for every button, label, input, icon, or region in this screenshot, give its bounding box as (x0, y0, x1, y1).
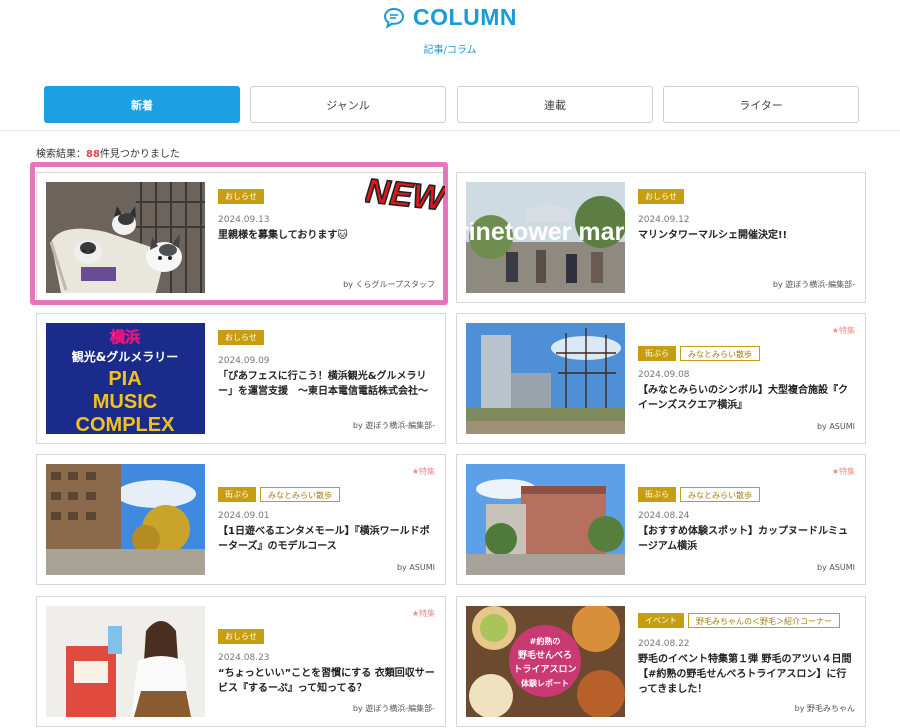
feature-label: ★特集 (831, 326, 855, 335)
article-info: おしらせ 2024.09.13 里親様を募集しております🐱 by くらグループス… (218, 183, 435, 294)
world-porters-photo (46, 464, 205, 575)
page-subtitle: 記事/コラム (423, 45, 477, 56)
article-date: 2024.09.08 (638, 370, 690, 380)
article-card[interactable]: 横浜 観光&グルメラリー PIA MUSIC COMPLEX おしらせ 2024… (36, 313, 446, 444)
clothing-recycle-photo (46, 606, 205, 717)
article-card[interactable]: ★特集 おしらせ 2024.08.23 “ちょっといい”ことを習慣にする 衣類回… (36, 596, 446, 727)
queens-square-photo (466, 323, 625, 434)
series-tag[interactable]: みなとみらい散歩 (680, 487, 760, 502)
article-title-text: 里親様を募集しております (218, 230, 338, 241)
pia-music-complex-banner: 横浜 観光&グルメラリー PIA MUSIC COMPLEX (46, 323, 205, 434)
article-author: by 遊ぼう横浜-編集部- (772, 280, 855, 289)
banner-text-yokohama: 横浜 (110, 328, 140, 346)
tag-list: おしらせ (218, 189, 264, 204)
category-tag[interactable]: 街ぶら (638, 346, 676, 361)
article-info: ★特集 おしらせ 2024.08.23 “ちょっといい”ことを習慣にする 衣類回… (218, 607, 435, 718)
category-tag[interactable]: おしらせ (218, 330, 264, 345)
tag-list: 街ぶら みなとみらい散歩 (218, 487, 340, 502)
article-author: by 野毛みちゃん (794, 704, 855, 713)
header-divider (0, 130, 900, 131)
series-tag[interactable]: みなとみらい散歩 (260, 487, 340, 502)
noge-image-text-3: トライアスロン (513, 664, 576, 675)
feature-label: ★特集 (831, 467, 855, 476)
category-tabs: 新着 ジャンル 連載 ライター (44, 86, 859, 123)
chat-bubble-icon (383, 7, 405, 29)
tab-genre[interactable]: ジャンル (250, 86, 446, 123)
series-tag[interactable]: 野毛みちゃんの＜野毛＞紹介コーナー (688, 613, 840, 628)
tag-list: イベント 野毛みちゃんの＜野毛＞紹介コーナー (638, 613, 840, 628)
noge-image-text-4: 体験レポート (521, 678, 569, 688)
series-tag[interactable]: みなとみらい散歩 (680, 346, 760, 361)
article-title[interactable]: 【1日遊べるエンタメモール】『横浜ワールドポーターズ』のモデルコース (218, 524, 435, 554)
noge-food-photo: #約熟の 野毛せんべろ トライアスロン 体験レポート (466, 606, 625, 717)
article-date: 2024.09.12 (638, 215, 690, 225)
article-author: by 遊ぼう横浜-編集部- (352, 421, 435, 430)
cat-emoji-icon: 🐱 (337, 230, 348, 241)
category-tag[interactable]: おしらせ (218, 189, 264, 204)
banner-text-complex: COMPLEX (76, 414, 176, 434)
article-date: 2024.09.01 (218, 511, 270, 521)
search-result-suffix: 件見つかりました (99, 149, 180, 160)
article-title[interactable]: 里親様を募集しております🐱 (218, 228, 435, 243)
article-title[interactable]: “ちょっといい”ことを習慣にする 衣類回収サービス『するーぷ』って知ってる？ (218, 666, 435, 696)
article-info: ★特集 街ぶら みなとみらい散歩 2024.09.01 【1日遊べるエンタメモール… (218, 465, 435, 576)
article-card[interactable]: おしらせ 2024.09.13 里親様を募集しております🐱 by くらグループス… (36, 172, 446, 303)
tag-list: おしらせ (218, 629, 264, 644)
category-tag[interactable]: おしらせ (638, 189, 684, 204)
article-info: ★特集 街ぶら みなとみらい散歩 2024.09.08 【みなとみらいのシンボル】… (638, 324, 855, 435)
article-author: by 遊ぼう横浜-編集部- (352, 704, 435, 713)
article-card[interactable]: #約熟の 野毛せんべろ トライアスロン 体験レポート イベント 野毛みちゃんの＜野… (456, 596, 866, 727)
kittens-photo (46, 182, 205, 293)
article-card[interactable]: marinetower marche おしらせ 2024.09.12 マリンタワ… (456, 172, 866, 303)
article-title[interactable]: マリンタワーマルシェ開催決定!! (638, 228, 855, 243)
tab-series[interactable]: 連載 (457, 86, 653, 123)
article-title[interactable]: 「ぴあフェスに行こう！横浜観光&グルメラリー」を運営支援 〜東日本電信電話株式会… (218, 369, 435, 399)
page-title: COLUMN (413, 4, 517, 30)
article-date: 2024.09.09 (218, 356, 270, 366)
noge-image-text-2: 野毛せんべろ (518, 649, 572, 661)
tag-list: 街ぶら みなとみらい散歩 (638, 487, 760, 502)
banner-text-rally: 観光&グルメラリー (72, 349, 178, 364)
tag-list: おしらせ (218, 330, 264, 345)
feature-label: ★特集 (411, 609, 435, 618)
category-tag[interactable]: おしらせ (218, 629, 264, 644)
marinetower-marche-label: marinetower marche (466, 218, 625, 246)
article-title[interactable]: 【おすすめ体験スポット】カップヌードルミュージアム横浜 (638, 524, 855, 554)
noge-image-text-1: #約熟の (530, 636, 561, 646)
banner-text-music: MUSIC (93, 391, 157, 413)
article-title[interactable]: 野毛のイベント特集第１弾 野毛のアツい４日間【#約熟の野毛せんべろトライアスロン… (638, 652, 855, 697)
tag-list: おしらせ (638, 189, 684, 204)
search-result-prefix: 検索結果： (36, 149, 86, 160)
banner-text-pia: PIA (108, 368, 141, 390)
tab-writer[interactable]: ライター (663, 86, 859, 123)
article-date: 2024.08.22 (638, 639, 690, 649)
search-result-count: 88 (86, 149, 100, 160)
article-author: by くらグループスタッフ (343, 280, 435, 289)
article-author: by ASUMI (396, 563, 435, 572)
tag-list: 街ぶら みなとみらい散歩 (638, 346, 760, 361)
article-author: by ASUMI (816, 422, 855, 431)
tab-new[interactable]: 新着 (44, 86, 240, 123)
category-tag[interactable]: 街ぶら (638, 487, 676, 502)
article-card[interactable]: ★特集 街ぶら みなとみらい散歩 2024.08.24 【おすすめ体験スポット】カ… (456, 454, 866, 585)
article-info: ★特集 街ぶら みなとみらい散歩 2024.08.24 【おすすめ体験スポット】カ… (638, 465, 855, 576)
marinetower-marche-photo: marinetower marche (466, 182, 625, 293)
article-info: おしらせ 2024.09.12 マリンタワーマルシェ開催決定!! by 遊ぼう横… (638, 183, 855, 294)
category-tag[interactable]: 街ぶら (218, 487, 256, 502)
search-result-text: 検索結果：88件見つかりました (36, 145, 180, 160)
title-row: COLUMN (0, 4, 900, 31)
article-author: by ASUMI (816, 563, 855, 572)
article-card[interactable]: ★特集 街ぶら みなとみらい散歩 2024.09.01 【1日遊べるエンタメモール… (36, 454, 446, 585)
feature-label: ★特集 (411, 467, 435, 476)
article-date: 2024.08.23 (218, 653, 270, 663)
article-date: 2024.08.24 (638, 511, 690, 521)
category-tag[interactable]: イベント (638, 613, 684, 628)
cupnoodle-museum-photo (466, 464, 625, 575)
article-title[interactable]: 【みなとみらいのシンボル】大型複合施設『クイーンズスクエア横浜』 (638, 383, 855, 413)
article-info: おしらせ 2024.09.09 「ぴあフェスに行こう！横浜観光&グルメラリー」を… (218, 324, 435, 435)
article-date: 2024.09.13 (218, 215, 270, 225)
article-info: イベント 野毛みちゃんの＜野毛＞紹介コーナー 2024.08.22 野毛のイベント… (638, 607, 855, 718)
article-card[interactable]: ★特集 街ぶら みなとみらい散歩 2024.09.08 【みなとみらいのシンボル】… (456, 313, 866, 444)
